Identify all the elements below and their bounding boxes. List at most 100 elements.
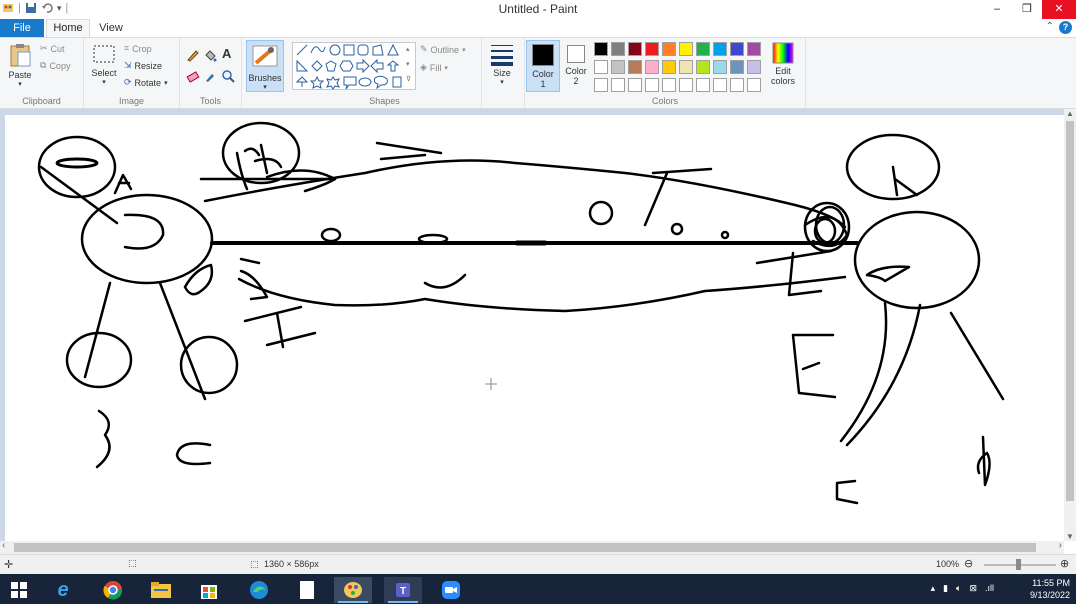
vertical-scroll-thumb[interactable] [1066,121,1074,501]
outline-button[interactable]: ✎ Outline ▾ [420,44,466,55]
cursor-position-icon: ✛ [4,559,14,571]
zoom-app-icon[interactable] [432,577,470,603]
shapes-gallery[interactable] [292,42,416,90]
image-group: Select ▾ ⌗ Crop ⇲ Resize ⟳ Rotate ▾ Image [84,38,180,108]
fill-icon: ◈ [420,62,427,72]
teams-icon[interactable]: T [384,577,422,603]
select-button[interactable]: Select ▾ [88,44,120,86]
magnifier-icon[interactable] [221,69,235,83]
tab-view[interactable]: View [96,19,126,37]
eraser-icon[interactable] [186,69,200,83]
canvas-size-icon: ⬚ [250,559,259,569]
vertical-scrollbar[interactable]: ▲ ▼ [1064,109,1076,541]
canvas-dimensions: 1360 × 586px [264,559,319,569]
copy-label: Copy [49,60,71,71]
ribbon-tabs: File Home View ⌃ ? [0,19,1076,38]
shapes-gallery-icons [295,43,402,90]
svg-text:T: T [400,586,406,597]
sketch-drawing [37,121,1005,505]
paste-button[interactable]: Paste ▾ [4,42,36,88]
size-button[interactable]: Size ▾ [486,42,518,86]
minimize-icon[interactable]: – [982,0,1012,19]
fill-button[interactable]: ◈ Fill ▾ [420,62,448,73]
scroll-down-icon[interactable]: ▼ [1064,532,1076,541]
cut-button[interactable]: ✂ Cut [40,43,65,54]
crop-button[interactable]: ⌗ Crop [124,43,152,54]
tab-home[interactable]: Home [46,19,90,38]
windows-start-icon[interactable] [0,577,38,603]
fill-label: Fill [429,62,442,73]
resize-label: Resize [134,60,163,71]
clock-date: 9/13/2022 [1029,590,1070,600]
signal-icon[interactable]: .ıll [985,583,994,594]
outline-label: Outline [430,44,460,55]
shapes-scroll-arrows[interactable]: ▴ ▾ ⊽ [406,42,416,87]
tools-group-label: Tools [199,96,221,106]
clipboard-group: Paste ▾ ✂ Cut ⧉ Copy Clipboard [0,38,84,108]
resize-button[interactable]: ⇲ Resize [124,60,162,71]
title-bar: | ▾ | Untitled - Paint – ❐ ✕ [0,0,1076,19]
window-title: Untitled - Paint [498,2,578,16]
minimize-ribbon-icon[interactable]: ⌃ [1046,21,1054,32]
pencil-icon[interactable] [186,48,200,62]
edge-icon[interactable] [240,577,278,603]
colors-group-label: Colors [651,96,678,106]
notepad-icon[interactable] [288,577,326,603]
scroll-up-icon[interactable]: ▲ [1064,109,1076,118]
size-lines-icon [491,45,513,66]
help-icon[interactable]: ? [1059,21,1072,34]
paste-icon [10,44,31,67]
rotate-icon: ⟳ [124,77,132,87]
brushes-button[interactable]: Brushes ▾ [246,40,284,92]
fill-bucket-icon[interactable] [203,48,217,62]
canvas-workspace [0,109,1064,541]
drawing-canvas[interactable] [5,115,1064,541]
horizontal-scroll-thumb[interactable] [14,543,1036,552]
close-icon[interactable]: ✕ [1042,0,1076,19]
paste-label: Paste [8,70,32,80]
copy-button[interactable]: ⧉ Copy [40,60,70,71]
copy-icon: ⧉ [40,60,47,70]
ribbon: Paste ▾ ✂ Cut ⧉ Copy Clipboard Select ▾ ⌗ C… [0,37,1076,109]
size-label: Size [493,68,511,78]
file-explorer-icon[interactable] [142,577,180,603]
crop-label: Crop [132,43,152,54]
paint-taskbar-icon[interactable] [334,577,372,603]
taskbar: e T ▴ ▮ 🔈︎ ⊠ .ıll 11:55 PM 9/13/2022 [0,574,1076,604]
text-tool-icon[interactable]: A [222,46,231,61]
cut-label: Cut [50,43,65,54]
crop-icon: ⌗ [124,43,130,53]
rotate-button[interactable]: ⟳ Rotate ▾ [124,77,168,88]
store-icon[interactable] [190,577,228,603]
internet-explorer-icon[interactable]: e [44,577,82,603]
tools-group: A Tools [180,38,242,108]
rotate-label: Rotate [134,77,162,88]
resize-icon: ⇲ [124,60,132,70]
select-label: Select [91,68,117,78]
outline-icon: ✎ [420,44,428,54]
scroll-right-icon[interactable]: › [1059,540,1062,551]
system-tray: ▴ ▮ 🔈︎ ⊠ .ıll [931,583,994,594]
zoom-level: 100% [936,559,960,569]
brushes-label: Brushes [248,73,282,83]
restore-icon[interactable]: ❐ [1012,0,1042,19]
zoom-slider-thumb[interactable] [1016,559,1021,570]
battery-icon[interactable]: ▮ [943,583,948,594]
select-rectangle-icon [93,45,115,63]
clipboard-group-label: Clipboard [22,96,61,106]
color-picker-icon[interactable] [203,69,217,83]
system-clock[interactable]: 11:55 PM 9/13/2022 [1030,577,1070,601]
network-icon[interactable]: ⊠ [969,583,977,594]
tab-file[interactable]: File [0,19,44,37]
colors-group: Colors [524,38,806,108]
zoom-out-icon[interactable]: ⊖ [964,557,973,570]
shapes-group: ▴ ▾ ⊽ ✎ Outline ▾ ◈ Fill ▾ Shapes [288,38,482,108]
horizontal-scrollbar[interactable]: ‹ › [0,540,1064,554]
scroll-left-icon[interactable]: ‹ [2,540,5,551]
shapes-group-label: Shapes [369,96,400,106]
volume-icon[interactable]: 🔈︎ [956,583,961,594]
chevron-up-icon[interactable]: ▴ [931,583,936,594]
chrome-icon[interactable] [94,577,132,603]
scissors-icon: ✂ [40,43,48,53]
zoom-in-icon[interactable]: ⊕ [1060,557,1069,570]
